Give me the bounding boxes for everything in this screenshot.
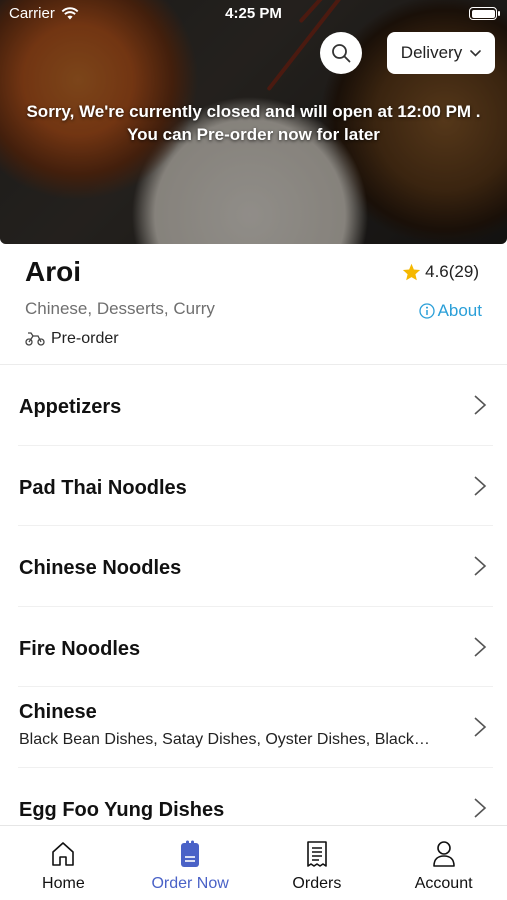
- receipt-icon: [307, 841, 327, 867]
- chevron-right-icon: [474, 636, 487, 657]
- menu-category-chinese-noodles[interactable]: Chinese Noodles: [18, 526, 493, 607]
- clock: 4:25 PM: [225, 5, 282, 22]
- scooter-icon: [25, 332, 45, 346]
- home-icon: [52, 842, 75, 866]
- tab-account[interactable]: Account: [380, 826, 507, 900]
- chevron-right-icon: [474, 395, 487, 415]
- hero-banner: Carrier 4:25 PM Delivery Sorry, We're cu…: [0, 0, 507, 244]
- search-icon: [332, 44, 351, 63]
- order-icon: [181, 840, 200, 867]
- menu-category-list: Appetizers Pad Thai Noodles Chinese Nood…: [0, 365, 507, 848]
- bottom-tab-bar: Home Order Now Orders Account: [0, 825, 507, 900]
- order-mode: Pre-order: [25, 330, 119, 348]
- tab-label: Orders: [292, 875, 342, 892]
- tab-orders[interactable]: Orders: [254, 826, 381, 900]
- info-icon: [418, 303, 435, 319]
- menu-category-subtitle: Black Bean Dishes, Satay Dishes, Oyster …: [19, 731, 430, 748]
- status-bar: Carrier 4:25 PM: [0, 0, 507, 28]
- menu-category-appetizers[interactable]: Appetizers: [18, 365, 493, 446]
- menu-category-pad-thai-noodles[interactable]: Pad Thai Noodles: [18, 446, 493, 526]
- star-icon: [403, 263, 421, 281]
- chevron-right-icon: [474, 797, 487, 818]
- menu-category-chinese[interactable]: Chinese Black Bean Dishes, Satay Dishes,…: [18, 687, 493, 768]
- menu-category-title: Egg Foo Yung Dishes: [19, 798, 225, 821]
- restaurant-name: Aroi: [25, 256, 81, 287]
- chevron-right-icon: [474, 475, 487, 496]
- menu-category-fire-noodles[interactable]: Fire Noodles: [18, 607, 493, 687]
- tab-home[interactable]: Home: [0, 826, 127, 900]
- person-icon: [432, 841, 455, 867]
- menu-category-title: Pad Thai Noodles: [19, 476, 187, 499]
- tab-label: Home: [42, 875, 85, 892]
- delivery-mode-label: Delivery: [400, 43, 463, 62]
- delivery-mode-dropdown[interactable]: Delivery: [387, 32, 495, 74]
- about-link[interactable]: About: [418, 301, 482, 321]
- about-label: About: [437, 301, 482, 320]
- restaurant-rating: 4.6(29): [402, 262, 479, 282]
- rating-value: 4.6(29): [425, 262, 479, 281]
- menu-category-title: Chinese: [19, 701, 97, 723]
- closed-notice: Sorry, We're currently closed and will o…: [0, 100, 507, 146]
- tab-label: Account: [414, 875, 473, 892]
- chevron-down-icon: [470, 49, 482, 57]
- closed-notice-line1: Sorry, We're currently closed and will o…: [26, 102, 481, 121]
- tab-order-now[interactable]: Order Now: [127, 826, 254, 900]
- menu-category-title: Chinese Noodles: [19, 557, 182, 579]
- cuisine-list: Chinese, Desserts, Curry: [25, 299, 215, 318]
- tab-label: Order Now: [151, 875, 229, 892]
- chevron-right-icon: [474, 556, 487, 576]
- menu-category-title: Fire Noodles: [19, 637, 141, 660]
- restaurant-info: Aroi 4.6(29) Chinese, Desserts, Curry Ab…: [0, 244, 507, 365]
- search-button[interactable]: [320, 32, 362, 74]
- chevron-right-icon: [474, 717, 487, 737]
- battery-icon: [469, 7, 500, 20]
- closed-notice-line2: You can Pre-order now for later: [127, 125, 380, 144]
- menu-category-title: Appetizers: [19, 396, 122, 418]
- order-mode-label: Pre-order: [51, 330, 119, 347]
